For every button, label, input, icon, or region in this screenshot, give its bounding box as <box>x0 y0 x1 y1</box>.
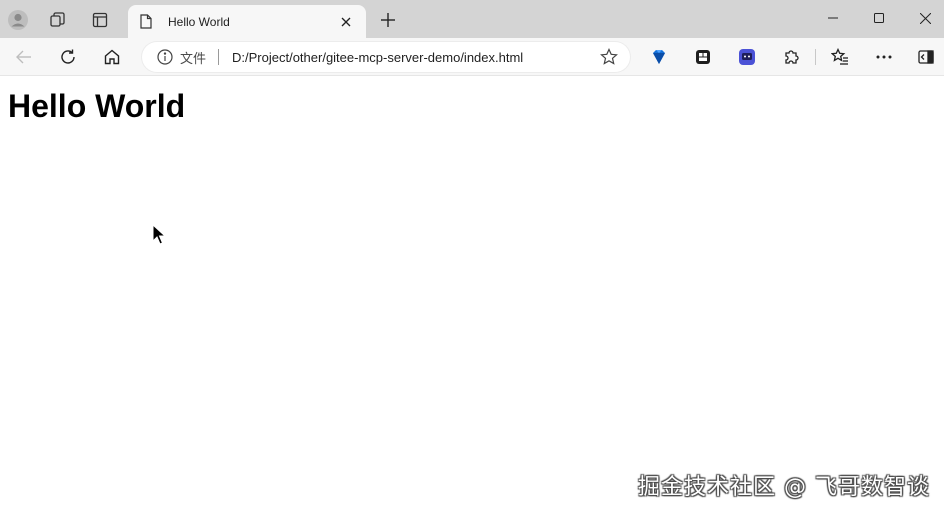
favorites-button[interactable] <box>826 43 854 71</box>
close-icon <box>341 17 351 26</box>
url-text[interactable]: D:/Project/other/gitee-mcp-server-demo/i… <box>232 50 598 65</box>
page-icon <box>138 14 154 30</box>
page-content: Hello World 掘金技术社区 @ 飞哥数智谈 <box>0 76 944 517</box>
grid-extension-icon <box>696 50 710 64</box>
chat-extension-icon <box>739 49 755 65</box>
browser-toolbar: 文件 D:/Project/other/gitee-mcp-server-dem… <box>0 38 944 76</box>
extension-button-2[interactable] <box>689 43 717 71</box>
info-icon[interactable] <box>156 48 174 66</box>
vertical-tabs-icon <box>92 12 108 28</box>
sidebar-icon <box>918 50 934 64</box>
maximize-button[interactable] <box>856 0 902 36</box>
page-heading: Hello World <box>8 88 186 124</box>
workspaces-icon <box>50 12 65 27</box>
minimize-icon <box>828 17 838 19</box>
new-tab-button[interactable] <box>372 4 404 36</box>
reload-button[interactable] <box>52 41 84 73</box>
puzzle-icon <box>785 50 799 64</box>
maximize-icon <box>874 13 884 23</box>
star-icon <box>600 48 618 65</box>
extension-button-1[interactable] <box>645 43 673 71</box>
favorites-list-icon <box>831 48 848 65</box>
settings-more-button[interactable] <box>870 43 898 71</box>
toolbar-divider <box>815 49 816 65</box>
diamond-extension-icon <box>653 50 665 64</box>
plus-icon <box>381 13 395 27</box>
home-button[interactable] <box>96 41 128 73</box>
minimize-button[interactable] <box>810 0 856 36</box>
more-horizontal-icon <box>876 55 892 59</box>
close-icon <box>919 12 931 24</box>
window-close-button[interactable] <box>902 0 944 36</box>
extensions-button[interactable] <box>777 43 805 71</box>
tab-title: Hello World <box>168 14 230 29</box>
address-separator <box>218 49 220 65</box>
home-icon <box>104 49 120 65</box>
address-bar[interactable]: 文件 D:/Project/other/gitee-mcp-server-dem… <box>142 42 630 72</box>
back-button[interactable] <box>8 41 40 73</box>
sidebar-toggle-button[interactable] <box>912 43 940 71</box>
extension-button-3[interactable] <box>733 43 761 71</box>
reload-icon <box>61 49 75 64</box>
tab-close-button[interactable] <box>336 12 356 32</box>
workspaces-button[interactable] <box>42 4 74 36</box>
tab-actions-button[interactable] <box>84 4 116 36</box>
favorite-button[interactable] <box>598 46 620 68</box>
tab-hello-world[interactable]: Hello World <box>128 5 366 38</box>
profile-button[interactable] <box>2 4 34 36</box>
profile-icon <box>8 10 28 30</box>
site-info-label[interactable]: 文件 <box>180 48 206 67</box>
arrow-left-icon <box>16 50 31 64</box>
mouse-cursor-icon <box>152 224 166 245</box>
watermark: 掘金技术社区 @ 飞哥数智谈 <box>638 475 930 500</box>
title-bar: Hello World <box>0 0 944 38</box>
